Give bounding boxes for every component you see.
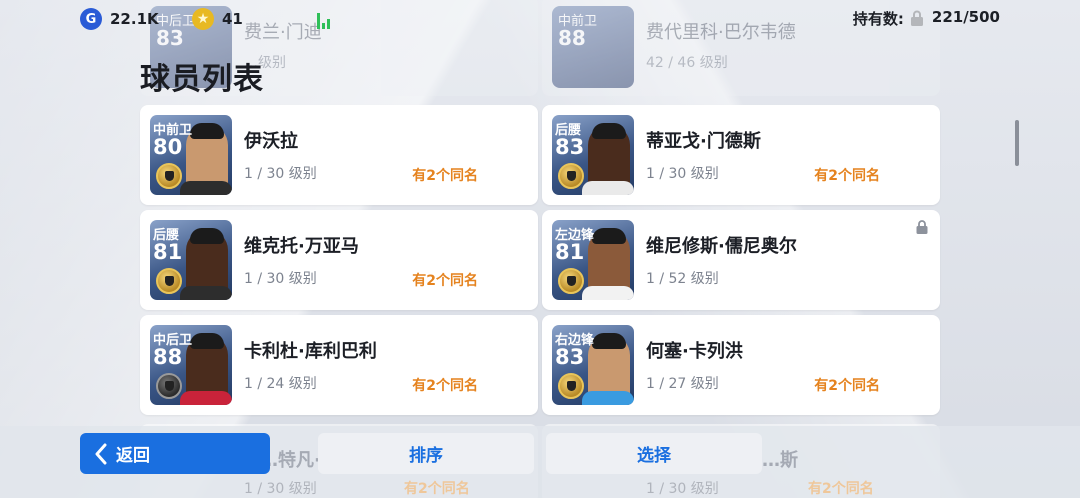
- player-name: 蒂亚戈·门德斯: [646, 131, 761, 152]
- player-level: 1 / 24 级别: [244, 376, 317, 392]
- ghost-card-level: 1 / 30 级别: [244, 481, 317, 497]
- ghost-card-duplicate: 有2个同名: [404, 481, 470, 497]
- player-name: 维尼修斯·儒尼奥尔: [646, 236, 797, 257]
- sort-button-label: 排序: [409, 446, 443, 466]
- player-portrait: 中后卫 88: [150, 325, 232, 405]
- player-rating: 88: [153, 345, 183, 369]
- player-card[interactable]: 后腰 83 蒂亚戈·门德斯 1 / 30 级别 有2个同名: [542, 105, 940, 205]
- holding-label: 持有数:: [852, 10, 904, 28]
- chevron-left-icon: [95, 443, 107, 464]
- coin-balance: ★ 41: [192, 8, 243, 30]
- player-rating: 83: [555, 135, 585, 159]
- player-rating: 81: [555, 240, 585, 264]
- duplicate-count: 有2个同名: [412, 168, 478, 184]
- player-badge-icon: [558, 373, 584, 399]
- player-rating: 83: [555, 345, 585, 369]
- gp-balance: G 22.1K: [80, 8, 159, 30]
- player-badge-icon: [558, 268, 584, 294]
- coin-value: 41: [222, 10, 243, 28]
- select-button-label: 选择: [637, 446, 671, 466]
- gp-value: 22.1K: [110, 10, 159, 28]
- player-name: 伊沃拉: [244, 131, 298, 152]
- status-bar: G 22.1K ★ 41 持有数: 221/500: [80, 8, 1000, 34]
- player-name: 何塞·卡列洪: [646, 341, 743, 362]
- player-portrait: 中前卫 80: [150, 115, 232, 195]
- player-card[interactable]: 后腰 81 维克托·万亚马 1 / 30 级别 有2个同名: [140, 210, 538, 310]
- player-badge-icon: [156, 268, 182, 294]
- holding-value: 221/500: [931, 8, 1000, 26]
- lock-icon: [916, 220, 928, 234]
- player-badge-icon: [558, 163, 584, 189]
- player-level: 1 / 30 级别: [646, 166, 719, 182]
- player-shirt: [582, 391, 634, 405]
- holding-count: 持有数: 221/500: [853, 8, 1000, 29]
- player-portrait: 后腰 83: [552, 115, 634, 195]
- star-coin-icon: ★: [192, 8, 214, 30]
- duplicate-count: 有2个同名: [814, 378, 880, 394]
- player-level: 1 / 27 级别: [646, 376, 719, 392]
- duplicate-count: 有2个同名: [412, 378, 478, 394]
- player-rating: 81: [153, 240, 183, 264]
- player-badge-icon: [156, 373, 182, 399]
- signal-icon: [317, 11, 330, 29]
- player-badge-icon: [156, 163, 182, 189]
- back-button-label: 返回: [116, 446, 150, 466]
- player-shirt: [582, 286, 634, 300]
- player-shirt: [180, 286, 232, 300]
- ghost-card-level: 42 / 46 级别: [646, 55, 728, 71]
- duplicate-count: 有2个同名: [814, 168, 880, 184]
- player-level: 1 / 30 级别: [244, 271, 317, 287]
- player-rating: 80: [153, 135, 183, 159]
- player-shirt: [582, 181, 634, 195]
- player-card[interactable]: 中前卫 80 伊沃拉 1 / 30 级别 有2个同名: [140, 105, 538, 205]
- player-shirt: [180, 391, 232, 405]
- player-level: 1 / 30 级别: [244, 166, 317, 182]
- duplicate-count: 有2个同名: [412, 273, 478, 289]
- sort-button[interactable]: 排序: [318, 433, 534, 474]
- player-portrait: 后腰 81: [150, 220, 232, 300]
- ghost-card-duplicate: 有2个同名: [808, 481, 874, 497]
- player-shirt: [180, 181, 232, 195]
- player-card[interactable]: 中后卫 88 卡利杜·库利巴利 1 / 24 级别 有2个同名: [140, 315, 538, 415]
- player-card[interactable]: 左边锋 81 维尼修斯·儒尼奥尔 1 / 52 级别: [542, 210, 940, 310]
- select-button[interactable]: 选择: [546, 433, 762, 474]
- g-coin-icon: G: [80, 8, 102, 30]
- player-name: 卡利杜·库利巴利: [244, 341, 377, 362]
- player-portrait: 左边锋 81: [552, 220, 634, 300]
- player-name: 维克托·万亚马: [244, 236, 359, 257]
- page-title: 球员列表: [140, 62, 264, 97]
- player-portrait: 右边锋 83: [552, 325, 634, 405]
- ghost-card-level: 1 / 30 级别: [646, 481, 719, 497]
- ghost-card-name: …斯: [762, 450, 798, 471]
- player-level: 1 / 52 级别: [646, 271, 719, 287]
- scrollbar[interactable]: [1015, 120, 1019, 166]
- player-card[interactable]: 右边锋 83 何塞·卡列洪 1 / 27 级别 有2个同名: [542, 315, 940, 415]
- back-button[interactable]: 返回: [80, 433, 270, 474]
